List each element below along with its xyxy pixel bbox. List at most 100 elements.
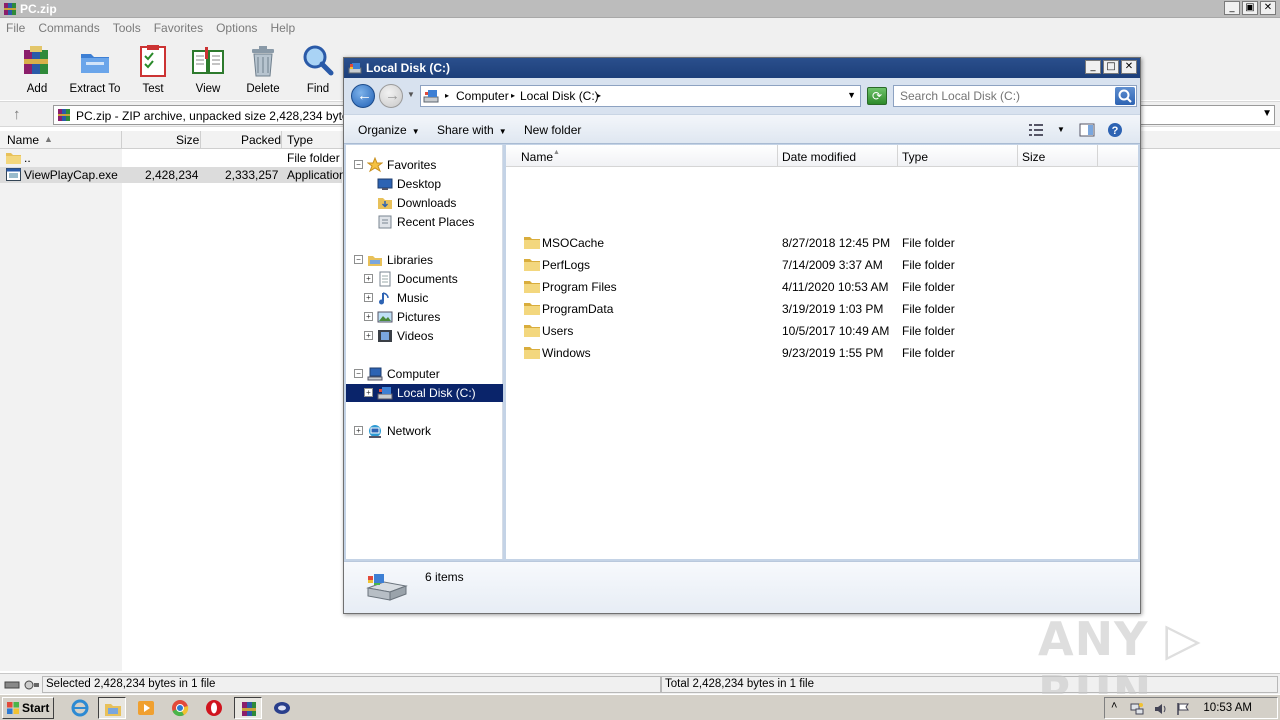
rar-close-button[interactable]: ✕ — [1260, 1, 1276, 15]
list-item[interactable]: PerfLogs 7/14/2009 3:37 AM File folder — [506, 254, 1138, 276]
list-item[interactable]: Users 10/5/2017 10:49 AM File folder — [506, 320, 1138, 342]
col-type[interactable]: Type — [902, 150, 928, 164]
refresh-icon: ⟳ — [871, 89, 883, 103]
explorer-close-button[interactable]: ✕ — [1121, 60, 1137, 74]
forward-button[interactable]: → — [379, 84, 403, 108]
collapse-icon[interactable]: − — [354, 369, 363, 378]
view-button[interactable]: View — [180, 44, 236, 95]
back-button[interactable]: ← — [351, 84, 375, 108]
col-size[interactable]: Size — [176, 133, 199, 147]
tree-label: Pictures — [397, 310, 441, 324]
search-icon — [1118, 89, 1132, 103]
explorer-maximize-button[interactable]: □ — [1103, 60, 1119, 74]
breadcrumb-separator-icon: ▸ — [597, 91, 602, 100]
col-size[interactable]: Size — [1022, 150, 1045, 164]
start-button[interactable]: Start — [2, 697, 54, 719]
search-box[interactable] — [893, 85, 1137, 107]
preview-pane-icon[interactable] — [1079, 122, 1095, 138]
tree-network[interactable]: + Network — [346, 422, 503, 440]
tree-downloads[interactable]: Downloads — [346, 194, 503, 212]
tree-pictures[interactable]: + Pictures — [346, 308, 503, 326]
taskbar-winrar[interactable] — [234, 697, 262, 719]
rar-row-viewplaycap[interactable]: ViewPlayCap.exe 2,428,234 2,333,257 Appl… — [0, 167, 346, 183]
network-tray-icon[interactable] — [1129, 701, 1145, 717]
rar-minimize-button[interactable]: _ — [1224, 1, 1240, 15]
share-with-button[interactable]: Share with ▼ — [437, 123, 507, 137]
recent-pages-dropdown-icon[interactable]: ▼ — [407, 90, 415, 99]
tree-favorites[interactable]: − Favorites — [346, 156, 503, 174]
winrar-icon — [242, 702, 256, 716]
file-name: Users — [542, 324, 574, 338]
taskbar-media-player[interactable] — [132, 697, 160, 719]
up-arrow-icon[interactable]: ↑ — [13, 106, 21, 123]
expand-icon[interactable]: + — [364, 274, 373, 283]
col-packed[interactable]: Packed — [241, 133, 281, 147]
menu-file[interactable]: File — [6, 21, 25, 35]
taskbar-app[interactable] — [268, 697, 296, 719]
help-icon[interactable]: ? — [1107, 122, 1123, 138]
expand-icon[interactable]: + — [354, 426, 363, 435]
tree-local-disk[interactable]: + Local Disk (C:) — [346, 384, 503, 402]
organize-button[interactable]: Organize ▼ — [358, 123, 420, 137]
list-item[interactable]: MSOCache 8/27/2018 12:45 PM File folder — [506, 232, 1138, 254]
volume-icon[interactable] — [1153, 701, 1169, 717]
delete-button[interactable]: Delete — [235, 44, 291, 95]
tree-music[interactable]: + Music — [346, 289, 503, 307]
tree-documents[interactable]: + Documents — [346, 270, 503, 288]
expand-icon[interactable]: + — [364, 331, 373, 340]
col-name[interactable]: Name — [7, 133, 39, 147]
refresh-button[interactable]: ⟳ — [867, 87, 887, 105]
file-name: PerfLogs — [542, 258, 591, 272]
menu-tools[interactable]: Tools — [113, 21, 141, 35]
flag-icon[interactable] — [1175, 701, 1191, 717]
view-options-icon[interactable] — [1028, 122, 1044, 138]
collapse-icon[interactable]: − — [354, 255, 363, 264]
add-button[interactable]: Add — [9, 44, 65, 95]
taskbar-ie[interactable] — [66, 697, 94, 719]
find-button[interactable]: Find — [290, 44, 346, 95]
menu-favorites[interactable]: Favorites — [154, 21, 203, 35]
tree-videos[interactable]: + Videos — [346, 327, 503, 345]
view-dropdown-icon[interactable]: ▼ — [1057, 125, 1065, 134]
search-input[interactable] — [894, 86, 1114, 106]
menu-options[interactable]: Options — [216, 21, 257, 35]
tree-computer[interactable]: − Computer — [346, 365, 503, 383]
app-icon — [274, 702, 290, 714]
list-item[interactable]: Program Files 4/11/2020 10:53 AM File fo… — [506, 276, 1138, 298]
show-hidden-icons-icon[interactable]: ˄ — [1111, 700, 1127, 716]
search-button[interactable] — [1115, 87, 1135, 105]
test-button[interactable]: Test — [125, 44, 181, 95]
taskbar-chrome[interactable] — [166, 697, 194, 719]
folder-icon — [524, 281, 540, 293]
col-type[interactable]: Type — [287, 133, 313, 147]
desktop-icon — [377, 178, 393, 190]
menu-help[interactable]: Help — [270, 21, 295, 35]
list-item[interactable]: Windows 9/23/2019 1:55 PM File folder — [506, 342, 1138, 364]
collapse-icon[interactable]: − — [354, 160, 363, 169]
breadcrumb-computer[interactable]: Computer — [456, 89, 509, 103]
breadcrumb-local-disk[interactable]: Local Disk (C:) — [520, 89, 599, 103]
explorer-minimize-button[interactable]: _ — [1085, 60, 1101, 74]
tree-desktop[interactable]: Desktop — [346, 175, 503, 193]
tree-recent-places[interactable]: Recent Places — [346, 213, 503, 231]
extract-to-button[interactable]: Extract To — [67, 44, 123, 95]
tree-libraries[interactable]: − Libraries — [346, 251, 503, 269]
expand-icon[interactable]: + — [364, 388, 373, 397]
tree-label: Downloads — [397, 196, 457, 210]
taskbar-explorer[interactable] — [98, 697, 126, 719]
expand-icon[interactable]: + — [364, 312, 373, 321]
expand-icon[interactable]: + — [364, 293, 373, 302]
menu-commands[interactable]: Commands — [38, 21, 99, 35]
address-dropdown-icon[interactable]: ▼ — [847, 90, 856, 100]
breadcrumb[interactable]: ▸ Computer ▸ Local Disk (C:) ▸ ▼ — [420, 85, 861, 107]
tree-label: Music — [397, 291, 429, 305]
list-item[interactable]: ProgramData 3/19/2019 1:03 PM File folde… — [506, 298, 1138, 320]
new-folder-button[interactable]: New folder — [524, 123, 581, 137]
taskbar-opera[interactable] — [200, 697, 228, 719]
recent-places-icon — [378, 215, 392, 229]
rar-row-parent[interactable]: .. File folder — [0, 150, 342, 166]
col-name[interactable]: Name — [521, 150, 553, 164]
path-dropdown-icon[interactable]: ▼ — [1262, 108, 1272, 119]
col-date-modified[interactable]: Date modified — [782, 150, 856, 164]
rar-restore-button[interactable]: ▣ — [1242, 1, 1258, 15]
